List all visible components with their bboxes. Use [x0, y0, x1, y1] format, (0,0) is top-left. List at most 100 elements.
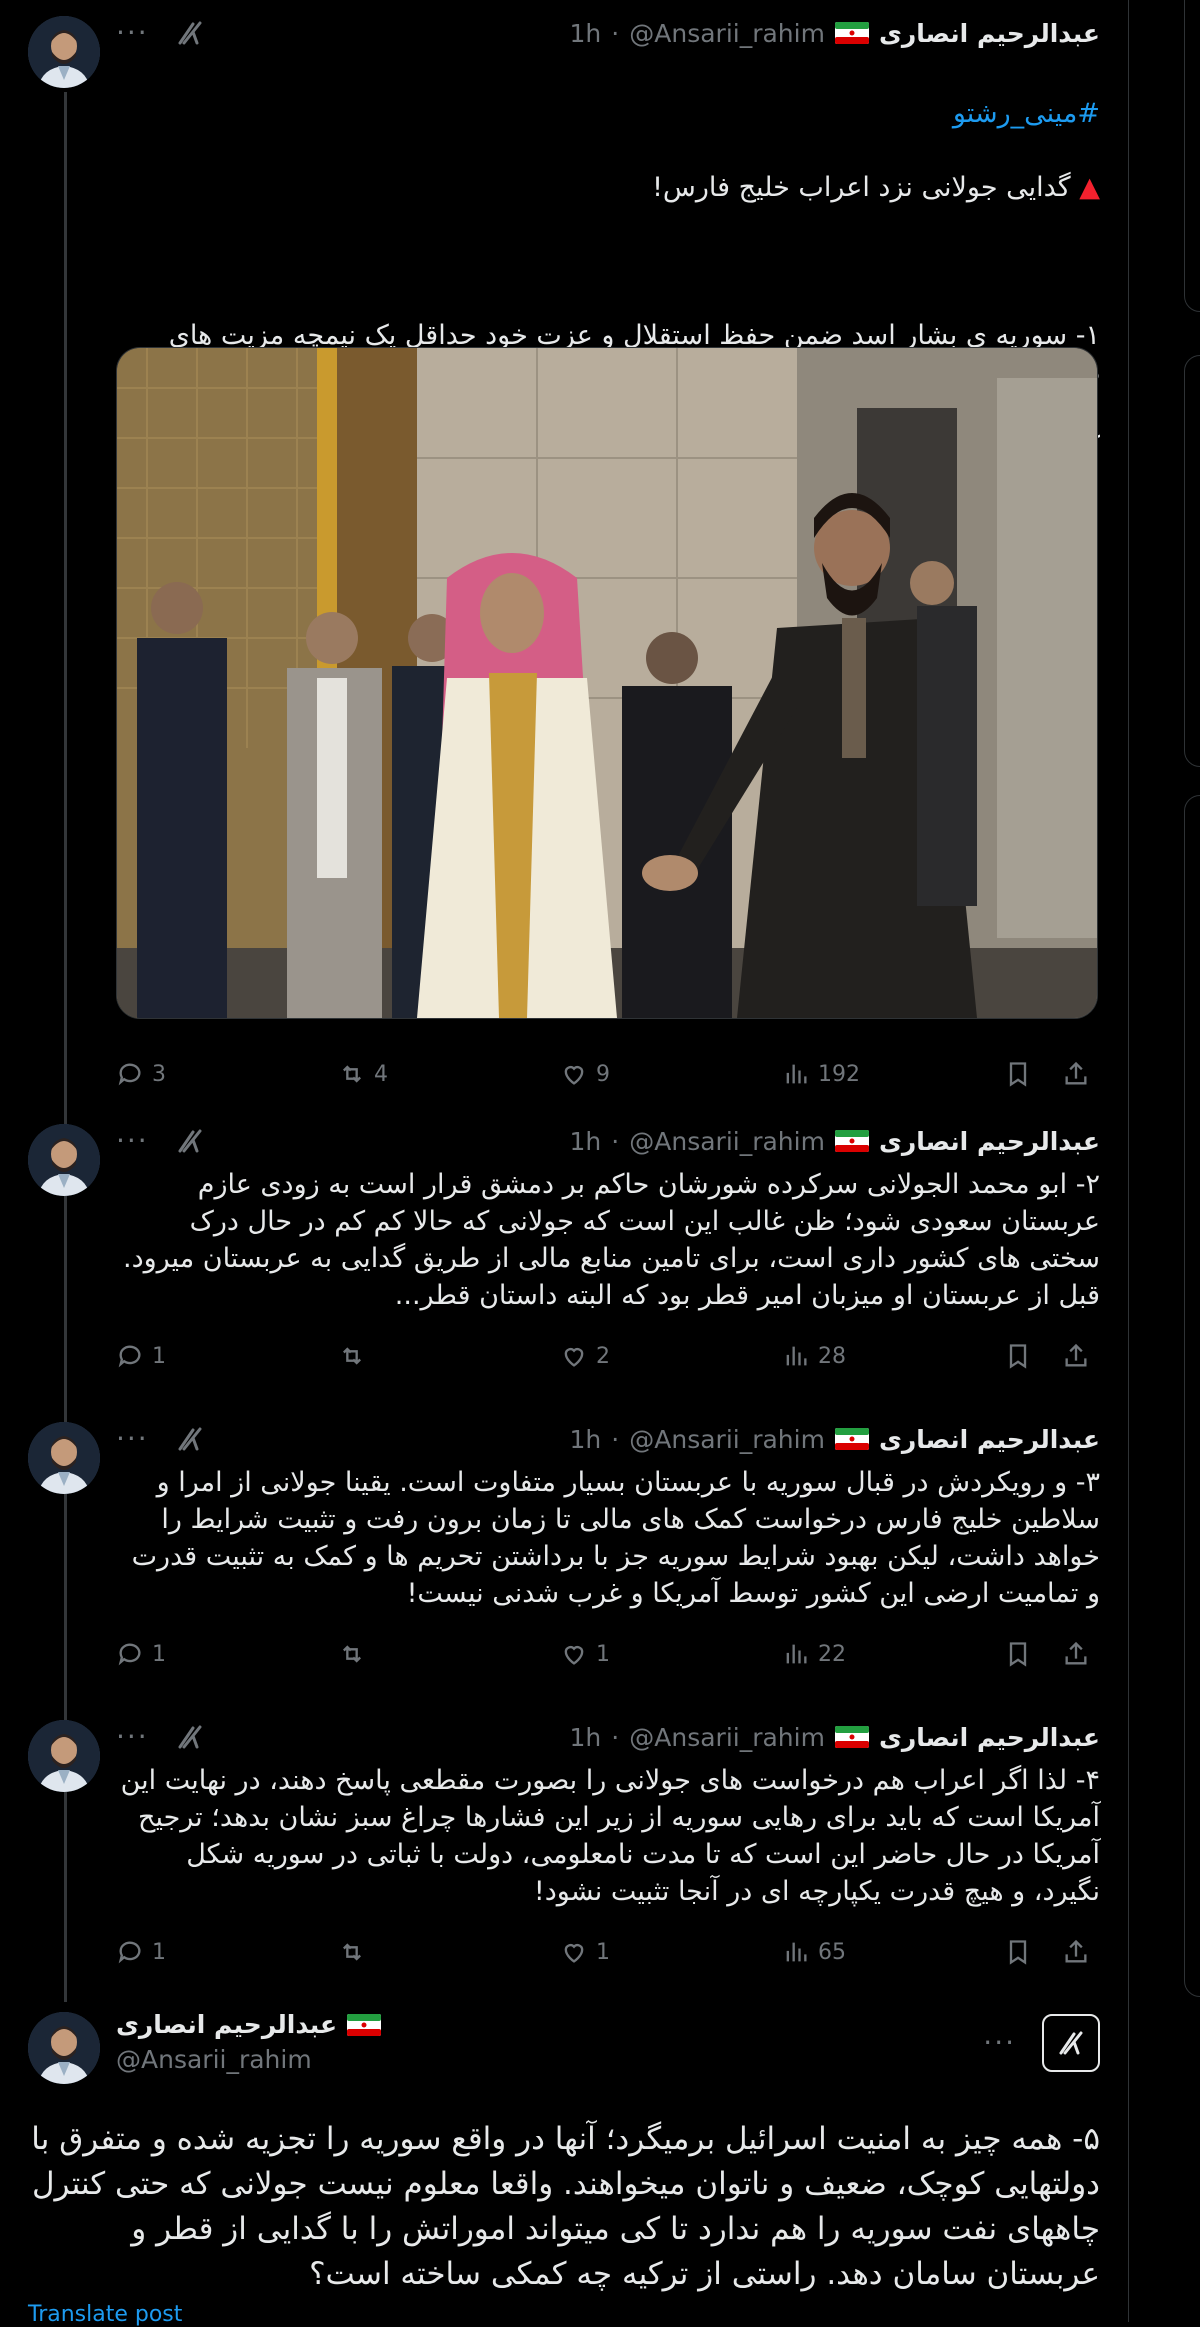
timestamp[interactable]: 1h [570, 1425, 602, 1454]
like-icon [564, 1066, 584, 1085]
grok-icon[interactable] [175, 18, 205, 48]
translate-link[interactable]: Translate post [28, 2302, 182, 2327]
grok-icon[interactable] [175, 1126, 205, 1156]
bookmark-button[interactable] [1004, 1342, 1032, 1370]
views-button[interactable]: 192 [782, 1060, 860, 1088]
share-button[interactable] [1062, 1060, 1090, 1088]
avatar[interactable] [28, 2012, 100, 2084]
views-count: 22 [818, 1641, 846, 1667]
grok-icon[interactable] [175, 1424, 205, 1454]
repost-icon [343, 1943, 361, 1961]
bookmark-icon [1009, 1344, 1027, 1369]
tweet-actions: 1 1 65 [116, 1934, 1096, 1970]
flag-icon [835, 1428, 869, 1450]
like-button[interactable]: 9 [560, 1060, 610, 1088]
like-count: 1 [596, 1641, 610, 1667]
like-icon [564, 1646, 584, 1665]
views-icon [786, 1064, 807, 1084]
repost-count: 4 [374, 1061, 388, 1087]
thread-connector [64, 1792, 67, 2002]
more-icon[interactable]: ··· [116, 1425, 149, 1453]
thread-connector [64, 1196, 67, 1424]
like-button[interactable]: 1 [560, 1938, 610, 1966]
reply-button[interactable]: 1 [116, 1640, 166, 1668]
repost-button[interactable]: 4 [338, 1060, 388, 1088]
views-count: 192 [818, 1061, 860, 1087]
views-count: 28 [818, 1343, 846, 1369]
share-button[interactable] [1062, 1342, 1090, 1370]
repost-button[interactable] [338, 1938, 374, 1966]
timestamp[interactable]: 1h [570, 1127, 602, 1156]
reply-button[interactable]: 3 [116, 1060, 166, 1088]
sidebar-card [1184, 795, 1200, 1997]
right-sidebar-edge [1184, 0, 1200, 2322]
tweet-photo[interactable] [116, 347, 1098, 1019]
like-count: 9 [596, 1061, 610, 1087]
flag-icon [835, 1130, 869, 1152]
share-icon [1065, 1061, 1087, 1085]
hashtag-link[interactable]: #مینی_رشتو [116, 95, 1100, 132]
repost-button[interactable] [338, 1342, 374, 1370]
views-button[interactable]: 65 [782, 1938, 846, 1966]
photo-handshake [117, 348, 1097, 1018]
avatar[interactable] [28, 1720, 100, 1792]
avatar[interactable] [28, 1124, 100, 1196]
reply-count: 3 [152, 1061, 166, 1087]
grok-icon[interactable] [175, 1722, 205, 1752]
red-triangle-icon: ▲ [1070, 172, 1100, 203]
author-name[interactable]: عبدالرحیم انصاری [879, 1127, 1100, 1156]
like-count: 1 [596, 1939, 610, 1965]
headline-text: گدایی جولانی نزد اعراب خلیج فارس! [652, 172, 1071, 203]
author-name[interactable]: عبدالرحیم انصاری [116, 2010, 337, 2039]
timestamp[interactable]: 1h [570, 1723, 602, 1752]
avatar[interactable] [28, 1422, 100, 1494]
share-icon [1065, 1939, 1087, 1963]
repost-button[interactable] [338, 1640, 374, 1668]
share-button[interactable] [1062, 1938, 1090, 1966]
like-count: 2 [596, 1343, 610, 1369]
avatar[interactable] [28, 16, 100, 88]
tweet-text: ۲- ابو محمد الجولانی سرکرده شورشان حاکم … [123, 1169, 1100, 1311]
views-icon [786, 1644, 807, 1664]
views-icon [786, 1942, 807, 1962]
bookmark-button[interactable] [1004, 1938, 1032, 1966]
separator: · [611, 1126, 620, 1156]
tweet-text: ۳- و رویکردش در قبال سوریه با عربستان بس… [131, 1467, 1100, 1609]
author-name[interactable]: عبدالرحیم انصاری [879, 19, 1100, 48]
reply-icon [118, 1643, 141, 1666]
share-icon [1065, 1343, 1087, 1367]
more-icon[interactable]: ··· [116, 1723, 149, 1751]
bookmark-button[interactable] [1004, 1060, 1032, 1088]
timeline: ··· 1h · @Ansarii_rahim عبدالرحیم انصاری… [0, 0, 1129, 2327]
author-handle[interactable]: @Ansarii_rahim [629, 19, 825, 48]
author-name[interactable]: عبدالرحیم انصاری [879, 1723, 1100, 1752]
share-button[interactable] [1062, 1640, 1090, 1668]
views-button[interactable]: 22 [782, 1640, 846, 1668]
reply-icon [118, 1345, 141, 1368]
bookmark-button[interactable] [1004, 1640, 1032, 1668]
more-icon[interactable]: ··· [983, 2029, 1016, 2057]
views-icon [786, 1346, 807, 1366]
author-handle[interactable]: @Ansarii_rahim [629, 1723, 825, 1752]
tweet-actions: 3 4 9 192 [116, 1056, 1096, 1092]
reply-icon [118, 1063, 141, 1086]
views-button[interactable]: 28 [782, 1342, 846, 1370]
bookmark-icon [1009, 1062, 1027, 1087]
author-name[interactable]: عبدالرحیم انصاری [879, 1425, 1100, 1454]
like-button[interactable]: 2 [560, 1342, 610, 1370]
author-handle[interactable]: @Ansarii_rahim [116, 2045, 1100, 2074]
flag-icon [835, 22, 869, 44]
more-icon[interactable]: ··· [116, 19, 149, 47]
like-button[interactable]: 1 [560, 1640, 610, 1668]
reply-button[interactable]: 1 [116, 1938, 166, 1966]
repost-icon [343, 1065, 361, 1083]
separator: · [611, 18, 620, 48]
grok-icon[interactable] [1042, 2014, 1100, 2072]
more-icon[interactable]: ··· [116, 1127, 149, 1155]
timestamp[interactable]: 1h [570, 19, 602, 48]
reply-button[interactable]: 1 [116, 1342, 166, 1370]
separator: · [611, 1424, 620, 1454]
flag-icon [347, 2014, 381, 2036]
author-handle[interactable]: @Ansarii_rahim [629, 1127, 825, 1156]
author-handle[interactable]: @Ansarii_rahim [629, 1425, 825, 1454]
